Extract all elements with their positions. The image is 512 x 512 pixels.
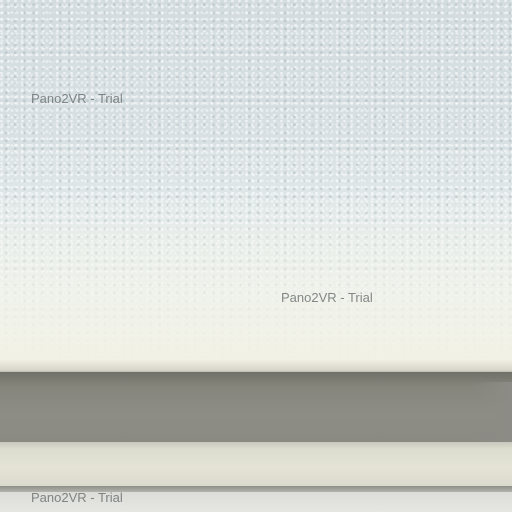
- wall-strip: [0, 492, 512, 512]
- crown-molding: [0, 442, 512, 488]
- panorama-viewer[interactable]: Pano2VR - Trial Pano2VR - Trial Pano2VR …: [0, 0, 512, 512]
- ceiling-beam: [0, 372, 512, 444]
- ceiling-light-gradient: [0, 200, 512, 372]
